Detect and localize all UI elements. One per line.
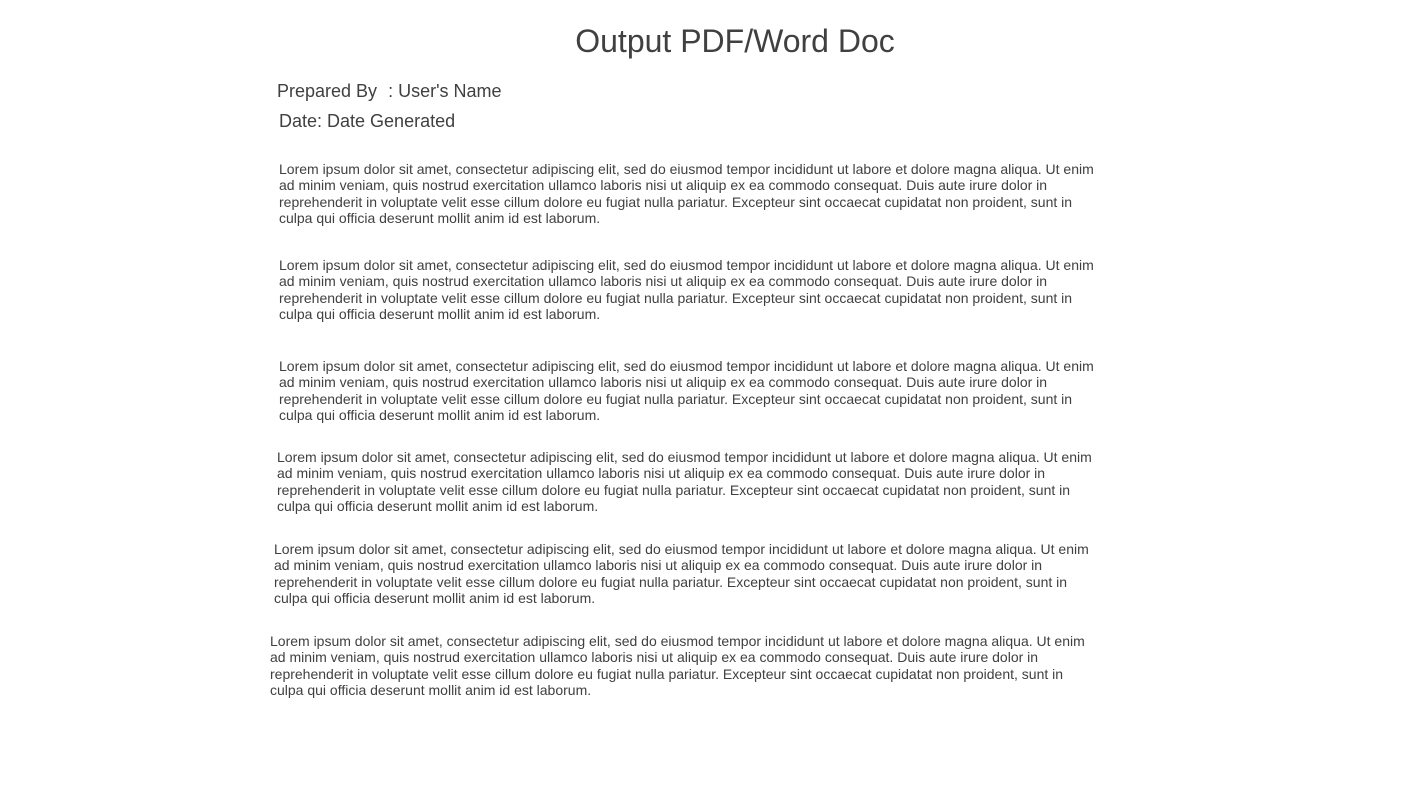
date-line: Date: Date Generated bbox=[279, 111, 456, 131]
body-paragraph-3: Lorem ipsum dolor sit amet, consectetur … bbox=[279, 358, 1094, 424]
prepared-by-line: Prepared By : User's Name bbox=[277, 79, 502, 103]
document-title: Output PDF/Word Doc bbox=[575, 23, 895, 59]
prepared-by-label: Prepared By bbox=[277, 81, 378, 101]
body-paragraph-6: Lorem ipsum dolor sit amet, consectetur … bbox=[270, 633, 1085, 699]
body-paragraph-2: Lorem ipsum dolor sit amet, consectetur … bbox=[279, 257, 1094, 323]
body-paragraph-1: Lorem ipsum dolor sit amet, consectetur … bbox=[279, 161, 1094, 227]
body-paragraph-5: Lorem ipsum dolor sit amet, consectetur … bbox=[274, 541, 1089, 607]
body-paragraph-4: Lorem ipsum dolor sit amet, consectetur … bbox=[277, 449, 1092, 515]
prepared-by-value: : User's Name bbox=[388, 81, 502, 101]
